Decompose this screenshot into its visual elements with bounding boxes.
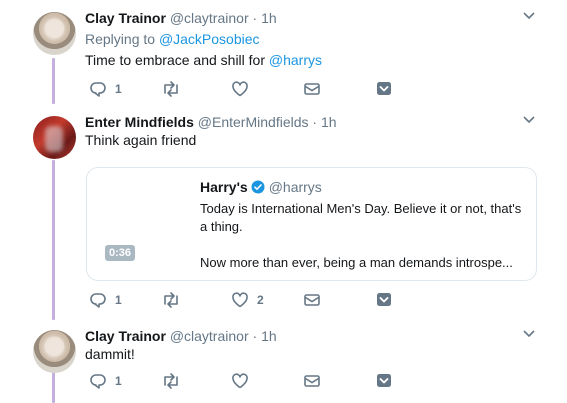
timestamp[interactable]: 1h [261,10,277,26]
quoted-tweet-header: Harry's @harrys [200,179,322,197]
envelope-icon [303,292,321,308]
retweet-button[interactable] [161,79,189,99]
reply-count: 1 [115,82,122,96]
like-button[interactable] [231,371,257,391]
retweet-icon [161,373,181,389]
reply-button[interactable]: 1 [89,371,122,391]
envelope-icon [303,81,321,97]
avatar[interactable] [33,12,76,55]
envelope-icon [303,373,321,389]
direct-message-button[interactable] [303,79,321,99]
retweet-button[interactable] [161,371,189,391]
like-count: 2 [257,293,264,307]
display-name[interactable]: Clay Trainor [85,328,166,344]
username[interactable]: @claytrainor [170,10,249,26]
tweet-text: dammit! [85,346,135,362]
retweet-icon [161,81,181,97]
like-button[interactable]: 2 [231,290,264,310]
heart-icon [231,81,249,97]
video-duration: 0:36 [105,245,136,261]
chevron-down-icon[interactable] [523,12,535,24]
bookmark-icon [375,292,393,308]
quoted-tweet-text: Today is International Men's Day. Believ… [200,200,530,272]
heart-icon [231,292,249,308]
display-name[interactable]: Enter Mindfields [85,114,194,130]
bookmark-icon [375,81,393,97]
tweet-text: Think again friend [85,132,197,148]
replying-to-label: Replying to [85,31,156,47]
direct-message-button[interactable] [303,371,321,391]
tweet[interactable]: Enter Mindfields @EnterMindfields · 1h T… [0,104,567,318]
tweet-actions: 1 2 [85,290,405,310]
tweet[interactable]: Clay Trainor @claytrainor · 1h dammit! 1 [0,318,567,403]
username[interactable]: @EnterMindfields [198,114,309,130]
replying-to: Replying to @JackPosobiec [85,31,260,47]
replying-to-link[interactable]: @JackPosobiec [159,31,260,47]
username[interactable]: @claytrainor [170,328,249,344]
separator-dot: · [252,10,258,26]
retweet-button[interactable] [161,290,189,310]
reply-count: 1 [115,374,122,388]
display-name[interactable]: Clay Trainor [85,10,166,26]
tweet-actions: 1 [85,371,405,391]
reply-button[interactable]: 1 [89,290,122,310]
reply-icon [89,373,107,389]
tweet[interactable]: Clay Trainor @claytrainor · 1h Replying … [0,0,567,104]
chevron-down-icon[interactable] [523,330,535,342]
avatar[interactable] [33,330,76,373]
quoted-tweet-card[interactable]: 0:36 Harry's @harrys Today is Internation… [86,167,537,281]
save-button[interactable] [375,290,393,310]
heart-icon [231,373,249,389]
verified-badge-icon [251,180,265,197]
tweet-header: Clay Trainor @claytrainor · 1h [85,328,277,344]
reply-icon [89,81,107,97]
tweet-header: Clay Trainor @claytrainor · 1h [85,10,277,26]
quoted-username[interactable]: @harrys [269,179,322,195]
tweet-actions: 1 [85,79,405,99]
like-button[interactable] [231,79,257,99]
direct-message-button[interactable] [303,290,321,310]
reply-button[interactable]: 1 [89,79,122,99]
mention-link[interactable]: @harrys [269,52,322,68]
quoted-text-line: Now more than ever, being a man demands … [200,255,513,270]
save-button[interactable] [375,371,393,391]
quoted-display-name[interactable]: Harry's [200,179,248,195]
bookmark-icon [375,373,393,389]
tweet-text-content: Time to embrace and shill for [85,52,269,68]
quoted-text-line: Today is International Men's Day. Believ… [200,201,522,234]
retweet-icon [161,292,181,308]
separator-dot: · [312,114,318,130]
timestamp[interactable]: 1h [261,328,277,344]
reply-count: 1 [115,293,122,307]
avatar[interactable] [33,116,76,159]
reply-icon [89,292,107,308]
chevron-down-icon[interactable] [523,116,535,128]
tweet-text: Time to embrace and shill for @harrys [85,52,322,68]
save-button[interactable] [375,79,393,99]
separator-dot: · [252,328,258,344]
tweet-header: Enter Mindfields @EnterMindfields · 1h [85,114,337,130]
timestamp[interactable]: 1h [321,114,337,130]
